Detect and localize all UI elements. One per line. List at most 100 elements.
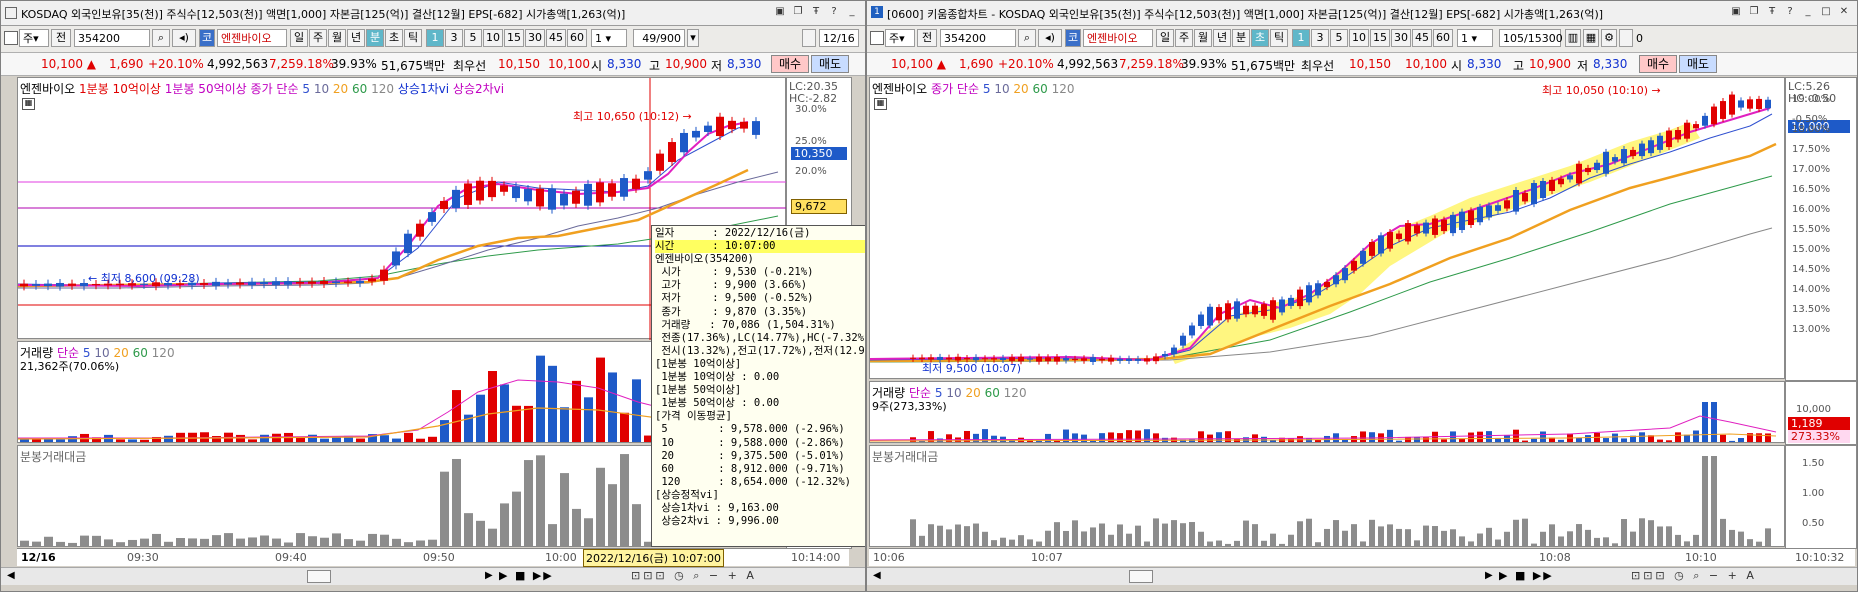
minute-5[interactable]: 5 [464,29,482,47]
period-month[interactable]: 월 [1194,29,1212,47]
stock-code-input[interactable]: 354200 [74,29,150,47]
layout-icon[interactable]: ▥ [1565,29,1581,47]
grid-toggle-icon[interactable]: ▦ [22,98,35,110]
scroll-thumb[interactable] [307,570,331,583]
interval-count-select[interactable]: 1 ▾ [591,29,627,47]
scroll-right-icon[interactable]: ▶ [485,570,493,581]
menu-icon[interactable] [4,31,18,45]
left-scrollbar[interactable]: ◀ ▶ ▶ ■ ▶▶ ⊡⊡⊡ ◷ ⌕ − + A [1,567,865,585]
print-icon[interactable]: Ŧ [809,5,823,19]
sell-button[interactable]: 매도 [1679,55,1717,73]
buy-button[interactable]: 매수 [1639,55,1677,73]
period-second[interactable]: 초 [385,29,403,47]
playback-controls[interactable]: ▶ ■ ▶▶ [1499,569,1554,582]
volume-bar [1486,431,1492,442]
period-tick[interactable]: 틱 [1270,29,1288,47]
minimize-icon[interactable]: _ [845,5,859,19]
search-icon[interactable]: ⌕ [152,29,170,47]
minute-45[interactable]: 45 [1412,29,1432,47]
amount-bar [152,533,161,546]
date-field[interactable]: 12/16 [819,29,859,47]
minimize-icon[interactable]: _ [1801,5,1815,19]
period-year[interactable]: 년 [1213,29,1231,47]
minute-1[interactable]: 1 [1292,29,1310,47]
minute-15[interactable]: 15 [504,29,524,47]
minute-30[interactable]: 30 [1391,29,1411,47]
save-icon[interactable]: ▣ [1729,5,1743,19]
amount-bar [1144,541,1150,546]
amount-bar [1315,542,1321,546]
period-tick[interactable]: 틱 [404,29,422,47]
stock-type-select[interactable]: 주▾ [885,29,915,47]
right-volume-pane[interactable]: 거래량 단순 5 10 20 60 120 9주(273,33%) [869,381,1785,443]
period-second[interactable]: 초 [1251,29,1269,47]
settings-gear-icon[interactable]: ⚙ [1601,29,1617,47]
zoom-tools[interactable]: ⊡⊡⊡ ◷ ⌕ − + A [631,569,757,583]
axis-tick: 13.00% [1792,324,1831,335]
period-month[interactable]: 월 [328,29,346,47]
minute-60[interactable]: 60 [1433,29,1453,47]
minute-1[interactable]: 1 [426,29,444,47]
sell-button[interactable]: 매도 [811,55,849,73]
right-window-title: [0600] 키움종합차트 - KOSDAQ 외국인보유[35(천)] 주식수[… [887,8,1604,21]
period-minute[interactable]: 분 [366,29,384,47]
menu-icon[interactable] [870,31,884,45]
left-title-bar[interactable]: KOSDAQ 외국인보유[35(천)] 주식수[12,503(천)] 액면[1,… [1,1,865,26]
sound-icon[interactable]: ◂) [172,29,196,47]
sound-icon[interactable]: ◂) [1038,29,1062,47]
stock-name-field[interactable]: 엔젠바이오 [1083,29,1153,47]
amount-bar [1711,456,1717,546]
right-scrollbar[interactable]: ◀ ▶ ▶ ■ ▶▶ ⊡⊡⊡ ◷ ⌕ − + A [867,567,1857,585]
scroll-thumb[interactable] [1129,570,1153,583]
checkbox-icon[interactable] [802,29,816,47]
prev-button[interactable]: 전 [51,29,71,47]
minute-45[interactable]: 45 [546,29,566,47]
volume-bar [1414,437,1420,442]
save-icon[interactable]: ▣ [773,5,787,19]
period-week[interactable]: 주 [309,29,327,47]
minute-60[interactable]: 60 [567,29,587,47]
minute-5[interactable]: 5 [1330,29,1348,47]
help-icon[interactable]: ? [1783,5,1797,19]
scroll-down-icon[interactable]: ▾ [687,29,699,47]
period-day[interactable]: 일 [1156,29,1174,47]
stock-code-input[interactable]: 354200 [940,29,1016,47]
period-year[interactable]: 년 [347,29,365,47]
stock-type-select[interactable]: 주▾ [19,29,49,47]
buy-button[interactable]: 매수 [771,55,809,73]
minute-10[interactable]: 10 [483,29,503,47]
time-label-1000: 10:00 [545,551,577,564]
scroll-left-icon[interactable]: ◀ [873,570,881,581]
period-week[interactable]: 주 [1175,29,1193,47]
zoom-tools[interactable]: ⊡⊡⊡ ◷ ⌕ − + A [1631,569,1757,583]
search-icon[interactable]: ⌕ [1018,29,1036,47]
interval-count-select[interactable]: 1 ▾ [1457,29,1493,47]
period-day[interactable]: 일 [290,29,308,47]
print-icon[interactable]: Ŧ [1765,5,1779,19]
right-price-pane[interactable]: 최고 10,050 (10:10) → 최저 9,500 (10:07) 엔젠바… [869,77,1785,379]
grid-toggle-icon[interactable]: ▦ [874,98,887,110]
candle [1144,358,1150,362]
prev-button[interactable]: 전 [917,29,937,47]
minute-10[interactable]: 10 [1349,29,1369,47]
low-price: 8,330 [1593,57,1628,71]
checkbox-icon[interactable] [1619,29,1633,47]
maximize-icon[interactable]: □ [1819,5,1833,19]
minute-3[interactable]: 3 [445,29,463,47]
scroll-right-icon[interactable]: ▶ [1485,570,1493,581]
close-icon[interactable]: ✕ [1837,5,1851,19]
scroll-left-icon[interactable]: ◀ [7,570,15,581]
window-menu-icon[interactable] [5,7,17,19]
restore-icon[interactable]: ❐ [791,5,805,19]
minute-3[interactable]: 3 [1311,29,1329,47]
help-icon[interactable]: ? [827,5,841,19]
grid-icon[interactable]: ▦ [1583,29,1599,47]
playback-controls[interactable]: ▶ ■ ▶▶ [499,569,554,582]
minute-30[interactable]: 30 [525,29,545,47]
right-title-bar[interactable]: 1 [0600] 키움종합차트 - KOSDAQ 외국인보유[35(천)] 주식… [867,1,1857,26]
right-amount-pane[interactable]: 분봉거래대금 [869,445,1785,547]
stock-name-field[interactable]: 엔젠바이오 [217,29,287,47]
minute-15[interactable]: 15 [1370,29,1390,47]
restore-icon[interactable]: ❐ [1747,5,1761,19]
period-minute[interactable]: 분 [1232,29,1250,47]
